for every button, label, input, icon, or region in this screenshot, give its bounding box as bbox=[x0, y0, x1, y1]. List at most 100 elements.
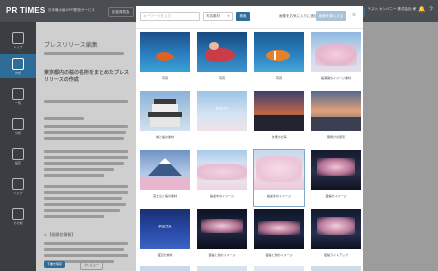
sidebar-item-label: その他 bbox=[13, 221, 23, 225]
category-select-value: 写真素材 bbox=[206, 14, 220, 18]
sidebar-item-label: トップ bbox=[13, 45, 23, 49]
image-cell[interactable]: 夜桜と池のイメージ bbox=[197, 209, 247, 265]
sidebar-item-help[interactable]: ヘルプ bbox=[0, 174, 36, 198]
image-picker-modal: キーワードを入力 写真素材 ▼ 検索 画像をお気に入りに追加 画像を挿入する × … bbox=[136, 6, 363, 271]
sidebar-item-settings[interactable]: 設定 bbox=[0, 144, 36, 168]
image-caption: 桜満開のイメージ素材 bbox=[321, 76, 351, 80]
release-heading[interactable]: 東京都内の桜の名所をまとめたプレスリリースの作成 bbox=[44, 70, 132, 84]
text-line bbox=[44, 117, 84, 120]
search-input[interactable]: キーワードを入力 bbox=[140, 12, 200, 21]
night-pond-thumbnail bbox=[197, 209, 247, 249]
image-cell[interactable] bbox=[197, 266, 247, 271]
sidebar-item-label: 一覧 bbox=[14, 101, 21, 105]
more-icon bbox=[12, 208, 24, 220]
help-icon[interactable]: ? bbox=[427, 6, 435, 14]
image-caption: 夕焼けの海 bbox=[271, 135, 287, 139]
sidebar-item-list[interactable]: 一覧 bbox=[0, 84, 36, 108]
image-caption: 夜桜ライトアップ bbox=[323, 253, 348, 257]
image-cell[interactable]: 夜桜ライトアップ bbox=[311, 209, 361, 265]
text-line bbox=[44, 125, 128, 128]
image-cell[interactable]: 桜満開のイメージ素材 bbox=[311, 32, 361, 88]
blossom-sky-thumbnail: PIXTA bbox=[197, 91, 247, 131]
image-cell[interactable]: 写真 bbox=[254, 32, 304, 88]
photo-thumbnail bbox=[140, 266, 190, 271]
image-cell-selected[interactable]: 桜並木のイメージ bbox=[253, 149, 305, 207]
image-cell[interactable] bbox=[311, 266, 361, 271]
user-name[interactable]: テスト カンパニー 株式会社 様 bbox=[368, 7, 416, 12]
text-line bbox=[44, 197, 122, 200]
help-circle-icon bbox=[12, 178, 24, 190]
image-caption: 富士山と桜の素材 bbox=[152, 194, 177, 198]
editor-title: プレスリリース編集 bbox=[44, 43, 98, 49]
text-line bbox=[44, 185, 128, 188]
image-cell[interactable]: PIXTA bbox=[197, 91, 247, 147]
image-caption: 写真 bbox=[161, 76, 168, 80]
image-grid: 写真 写真 写真 桜満開のイメージ素材 城と桜の素材 PIXTA 夕焼けの海 朝… bbox=[136, 28, 363, 271]
app-logo[interactable]: PR TIMES bbox=[6, 6, 45, 15]
text-line bbox=[44, 174, 104, 177]
cherry-row-thumbnail bbox=[197, 150, 247, 190]
image-cell[interactable]: 夕焼けの海 bbox=[254, 91, 304, 147]
image-cell[interactable] bbox=[140, 266, 190, 271]
category-select[interactable]: 写真素材 ▼ bbox=[203, 12, 233, 21]
preview-button[interactable]: プレビュー bbox=[80, 261, 104, 270]
image-cell[interactable]: 写真 bbox=[197, 32, 247, 88]
image-caption: 桜並木のイメージ bbox=[210, 194, 234, 198]
image-caption: 朝焼けの風景 bbox=[326, 135, 345, 139]
chevron-down-icon: ▼ bbox=[227, 14, 230, 18]
press-event-button[interactable]: 記者発表会 bbox=[108, 7, 134, 17]
image-cell[interactable]: 城と桜の素材 bbox=[140, 91, 190, 147]
image-cell[interactable]: 桜並木のイメージ bbox=[197, 150, 247, 206]
text-line bbox=[44, 191, 128, 194]
text-line bbox=[44, 242, 128, 245]
sunrise-thumbnail bbox=[311, 91, 361, 131]
image-caption: 夜桜と池のイメージ bbox=[208, 253, 236, 257]
image-cell[interactable]: 朝焼けの風景 bbox=[311, 91, 361, 147]
logo-subtitle: 日本最大級のPR配信サービス bbox=[48, 8, 95, 12]
text-line bbox=[44, 137, 124, 140]
sidebar-item-label: 分析 bbox=[14, 131, 21, 135]
sidebar: トップ 作成 一覧 分析 設定 ヘルプ その他 bbox=[0, 22, 36, 271]
mount-fuji-thumbnail bbox=[140, 150, 190, 190]
sidebar-item-create[interactable]: 作成 bbox=[0, 54, 36, 78]
sidebar-item-top[interactable]: トップ bbox=[0, 28, 36, 52]
favorite-link[interactable]: 画像をお気に入りに追加 bbox=[279, 14, 318, 19]
gear-icon bbox=[12, 148, 24, 160]
text-line bbox=[44, 156, 128, 159]
image-cell[interactable]: 写真 bbox=[140, 32, 190, 88]
cherry-row-thumbnail bbox=[254, 150, 304, 190]
image-cell[interactable]: 夜桜と池のイメージ bbox=[254, 209, 304, 265]
image-caption: 写真 bbox=[218, 76, 225, 80]
modal-header: キーワードを入力 写真素材 ▼ 検索 画像をお気に入りに追加 画像を挿入する × bbox=[136, 6, 363, 29]
text-line bbox=[44, 162, 124, 165]
castle-thumbnail bbox=[140, 91, 190, 131]
image-caption: 夜桜と池のイメージ bbox=[265, 253, 293, 257]
text-line bbox=[44, 131, 126, 134]
sidebar-item-label: 設定 bbox=[14, 161, 21, 165]
image-cell[interactable]: 富士山と桜の素材 bbox=[140, 150, 190, 206]
sidebar-item-label: 作成 bbox=[14, 71, 21, 75]
image-cell[interactable]: PIXTA 夜空の素材 bbox=[140, 209, 190, 265]
text-line bbox=[44, 215, 104, 218]
sidebar-item-analytics[interactable]: 分析 bbox=[0, 114, 36, 138]
image-cell[interactable]: 夜桜のイメージ bbox=[311, 150, 361, 206]
night-sky-thumbnail: PIXTA bbox=[140, 209, 190, 249]
edit-icon bbox=[12, 58, 24, 70]
sidebar-item-other[interactable]: その他 bbox=[0, 204, 36, 228]
sidebar-item-label: ヘルプ bbox=[13, 191, 23, 195]
search-button[interactable]: 検索 bbox=[236, 12, 250, 21]
photo-thumbnail bbox=[311, 266, 361, 271]
image-cell[interactable] bbox=[254, 266, 304, 271]
text-line bbox=[44, 168, 114, 171]
text-line bbox=[44, 248, 124, 251]
photo-thumbnail bbox=[254, 266, 304, 271]
chart-icon bbox=[12, 118, 24, 130]
text-line bbox=[44, 254, 128, 257]
night-blossom-thumbnail bbox=[311, 209, 361, 249]
close-icon[interactable]: × bbox=[350, 11, 358, 21]
insert-image-button[interactable]: 画像を挿入する bbox=[316, 11, 346, 21]
night-pond-thumbnail bbox=[254, 209, 304, 249]
save-draft-button[interactable]: 下書き保存 bbox=[44, 261, 66, 268]
bell-icon[interactable]: 🔔 bbox=[418, 6, 426, 14]
text-line bbox=[44, 52, 124, 55]
